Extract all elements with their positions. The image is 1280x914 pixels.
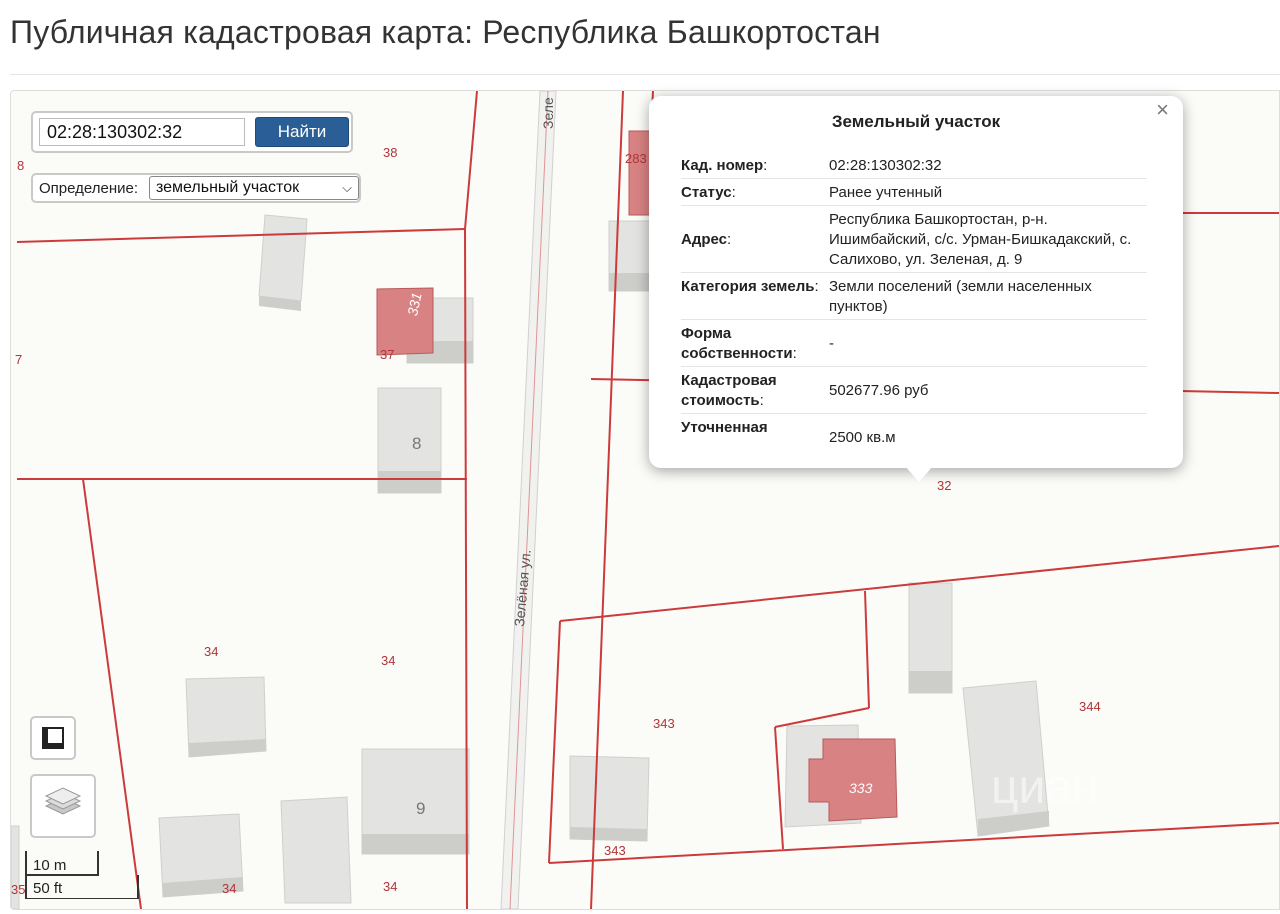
parcel-label: 35 xyxy=(11,882,25,897)
detail-label: Категория земель xyxy=(681,278,815,295)
detail-label: Адрес xyxy=(681,231,728,248)
parcel-label: 34 xyxy=(222,881,236,896)
parcel-label: 8 xyxy=(17,158,24,173)
parcel-label: 38 xyxy=(383,145,397,160)
scale-bar: 10 m 50 ft xyxy=(25,851,155,899)
chevron-down-icon: ⌵ xyxy=(342,180,352,195)
building-number: 9 xyxy=(416,799,425,818)
detail-row: Кад. номер: 02:28:130302:32 xyxy=(681,152,1147,179)
popup-details[interactable]: Кад. номер: 02:28:130302:32 Статус: Ране… xyxy=(681,152,1147,448)
scale-imperial: 50 ft xyxy=(33,880,63,897)
detail-value: Ранее учтенный xyxy=(829,184,943,201)
label-colon: : xyxy=(727,231,732,248)
detail-row: Адрес: Республика Башкортостан, р-н. Иши… xyxy=(681,206,1147,273)
label-colon: : xyxy=(759,392,764,409)
ruler-button[interactable] xyxy=(30,716,76,760)
parcel-label: 34 xyxy=(383,879,397,894)
label-colon: : xyxy=(763,157,768,174)
cadastral-number-input[interactable] xyxy=(39,118,245,146)
definition-panel: Определение: земельный участок ⌵ xyxy=(31,173,361,203)
ruler-icon xyxy=(42,727,64,749)
title-divider xyxy=(10,74,1280,75)
watermark: циан xyxy=(991,761,1099,814)
page-title: Публичная кадастровая карта: Республика … xyxy=(10,14,881,50)
detail-row: Кадастровая стоимость: 502677.96 руб xyxy=(681,367,1147,414)
definition-select[interactable]: земельный участок ⌵ xyxy=(149,176,359,200)
detail-value: 502677.96 руб xyxy=(829,382,929,399)
detail-row: Уточненная 2500 кв.м xyxy=(681,414,1147,448)
detail-value: Земли поселений (земли населенных пункто… xyxy=(829,278,1092,315)
detail-label: Уточненная xyxy=(681,419,768,436)
detail-value: 2500 кв.м xyxy=(829,429,896,446)
street-label-top: Зеле xyxy=(540,97,556,129)
popup-title: Земельный участок xyxy=(831,112,1001,131)
detail-value: - xyxy=(829,335,834,352)
detail-row: Статус: Ранее учтенный xyxy=(681,179,1147,206)
popup-pointer xyxy=(905,466,933,482)
building-number: 8 xyxy=(412,434,421,453)
detail-value: Республика Башкортостан, р-н. Ишимбайски… xyxy=(829,211,1132,268)
definition-selected-value: земельный участок xyxy=(156,179,300,196)
building-number: 333 xyxy=(849,780,873,796)
layers-button[interactable] xyxy=(30,774,96,838)
parcel-label: 34 xyxy=(381,653,395,668)
layers-icon xyxy=(44,787,82,815)
detail-label: Форма собственности xyxy=(681,325,793,362)
scale-metric: 10 m xyxy=(33,857,67,874)
label-colon: : xyxy=(731,184,736,201)
definition-label: Определение: xyxy=(39,180,139,197)
parcel-label: 283 xyxy=(625,151,647,166)
parcel-label: 344 xyxy=(1079,699,1101,714)
detail-row: Категория земель: Земли поселений (земли… xyxy=(681,273,1147,320)
parcel-label: 34 xyxy=(204,644,218,659)
parcel-label: 343 xyxy=(604,843,626,858)
label-colon: : xyxy=(792,345,797,362)
street-zelenaya xyxy=(500,91,557,909)
parcel-label: 343 xyxy=(653,716,675,731)
label-colon: : xyxy=(814,278,819,295)
detail-label: Кад. номер xyxy=(681,157,764,174)
detail-row: Форма собственности: - xyxy=(681,320,1147,367)
parcel-label: 37 xyxy=(380,347,394,362)
parcel-info-popup: × Земельный участок Кад. номер: 02:28:13… xyxy=(649,96,1183,482)
search-panel: Найти xyxy=(31,111,353,153)
detail-label: Статус xyxy=(681,184,732,201)
find-button[interactable]: Найти xyxy=(255,117,349,147)
parcel-label: 32 xyxy=(937,478,951,493)
parcel-label: 7 xyxy=(15,352,22,367)
detail-value: 02:28:130302:32 xyxy=(829,157,942,174)
